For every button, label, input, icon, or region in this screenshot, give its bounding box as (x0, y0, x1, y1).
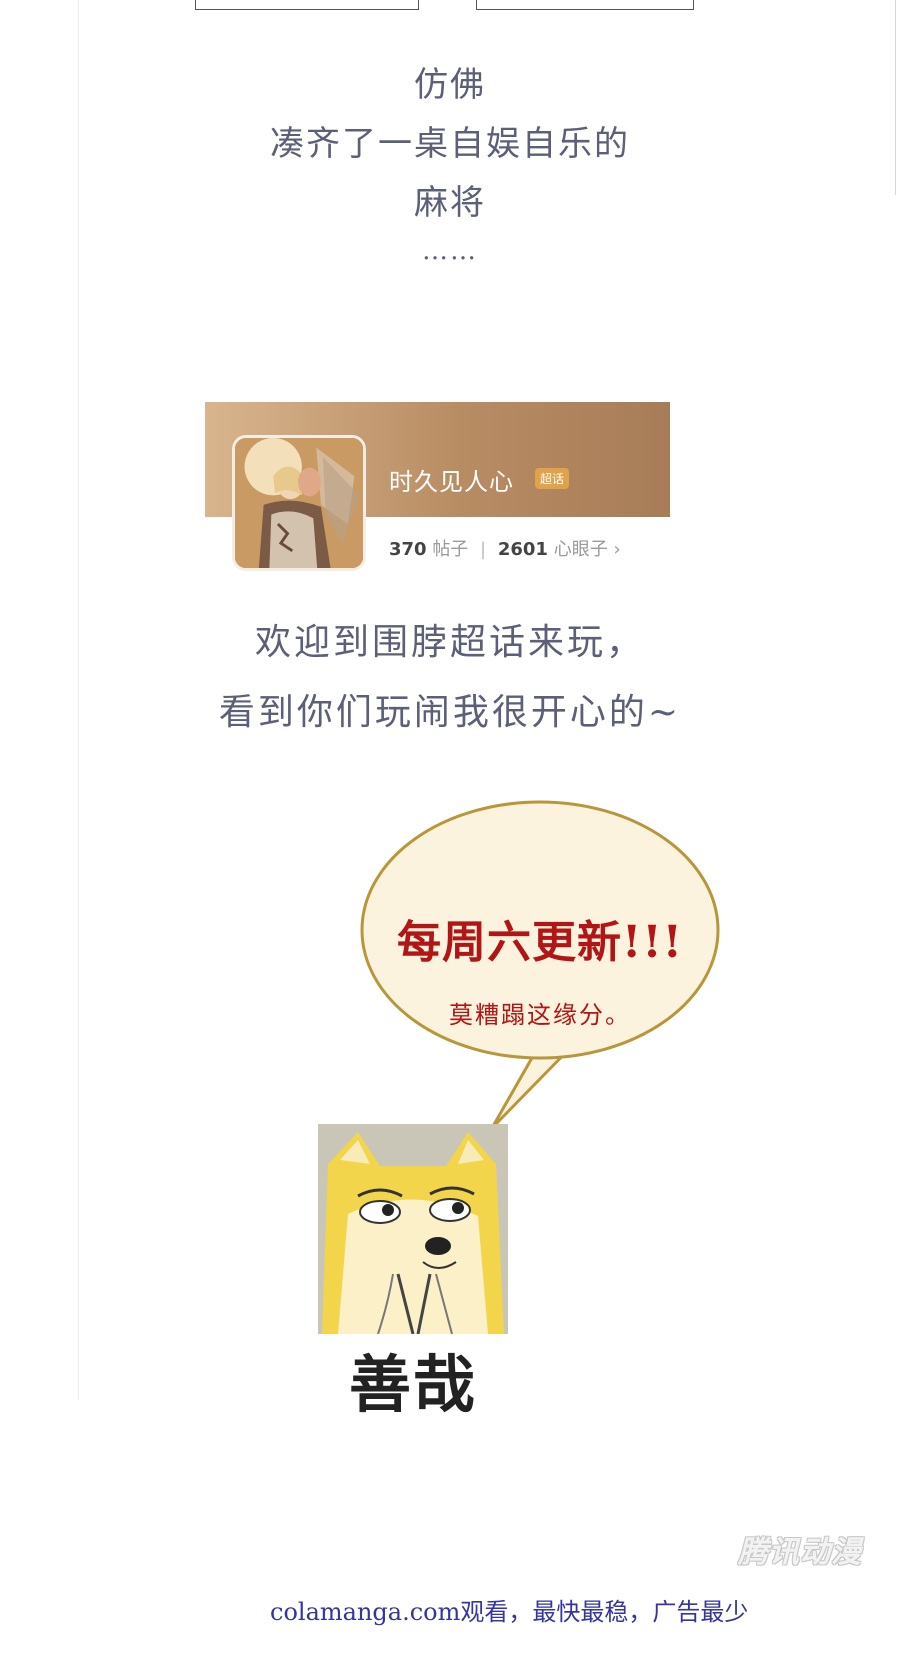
speech-bubble (360, 800, 720, 1130)
source-footer-text: colamanga.com观看，最快最稳，广告最少 (270, 1598, 749, 1626)
meme-caption: 善哉 (348, 1348, 477, 1421)
update-schedule-text: 每周六更新!!! (397, 917, 683, 968)
tencent-comics-watermark: 腾讯动漫 (738, 1535, 862, 1570)
doge-meme-image: 善哉 (318, 1124, 508, 1421)
bubble-subtext: 莫糟蹋这缘分。 (449, 1001, 631, 1029)
